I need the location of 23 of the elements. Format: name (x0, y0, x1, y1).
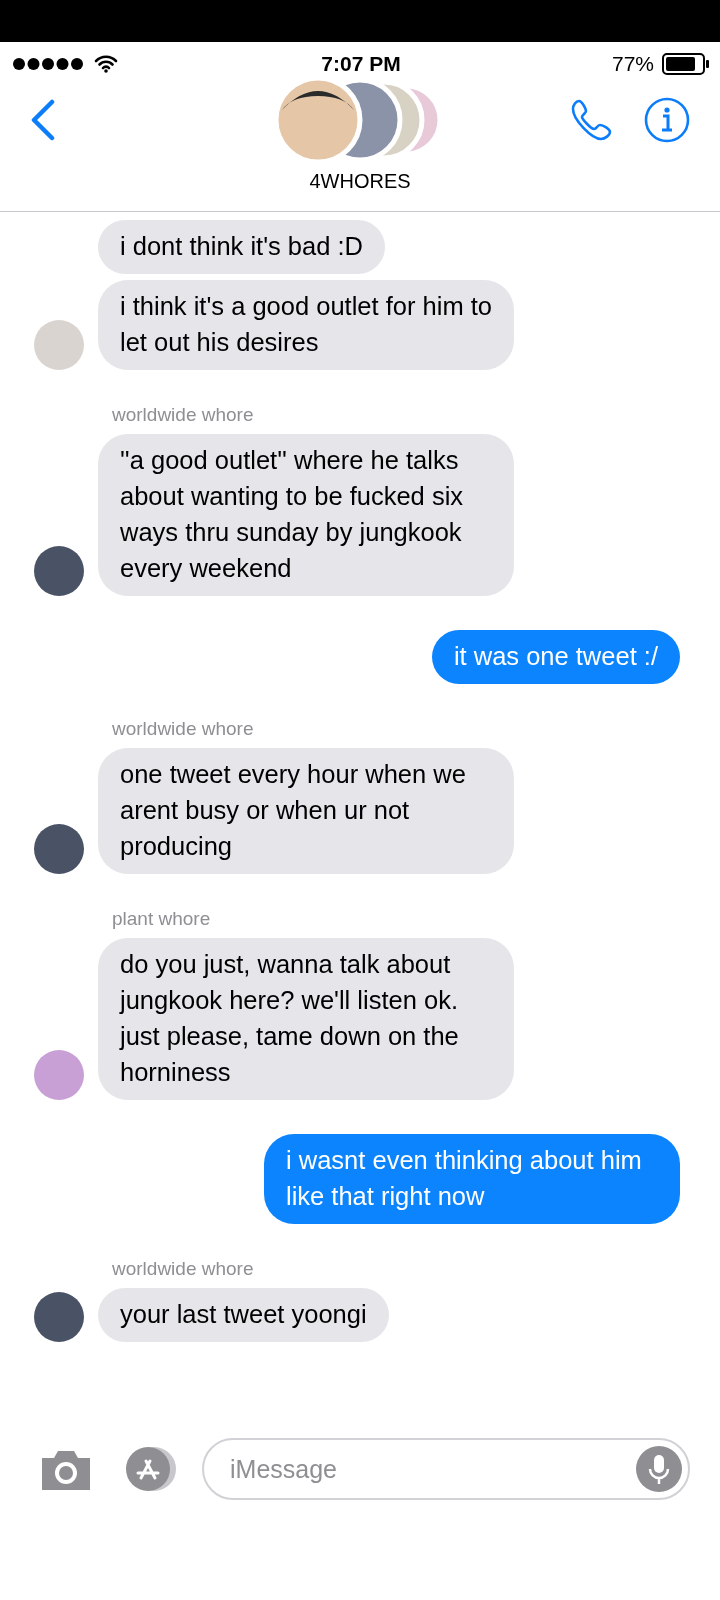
message-field[interactable]: iMessage (202, 1438, 690, 1500)
battery-percent: 77% (611, 52, 654, 76)
wifi-icon (94, 55, 118, 73)
message-bubble: i think it's a good outlet for him to let out his desires (98, 280, 514, 370)
message-bubble: i dont think it's bad :D (98, 220, 385, 274)
status-time: 7:07 PM (321, 52, 401, 76)
message-bubble: your last tweet yoongi (98, 1288, 389, 1342)
sender-name: worldwide whore (112, 1258, 255, 1280)
sender-name: worldwide whore (112, 718, 255, 740)
microphone-icon[interactable] (636, 1446, 682, 1492)
message-bubble: it was one tweet :/ (431, 630, 680, 684)
message-bubble: ''a good outlet'' where he talks about wanting to be fucked six ways thru sunday by jungkook every weekend (98, 434, 514, 596)
battery-icon (662, 53, 710, 75)
message-bubble: i wasnt even thinking about him like that right now (264, 1134, 680, 1224)
back-icon[interactable] (30, 99, 56, 141)
info-icon[interactable] (644, 97, 690, 143)
phone-icon[interactable] (570, 98, 614, 142)
message-bubble: one tweet every hour when we arent busy or when ur not producing (98, 748, 514, 874)
message-bubble: do you just, wanna talk about jungkook here? we'll listen ok. just please, tame down on the horniness (98, 938, 514, 1100)
conversation-title[interactable]: 4WHORES (309, 170, 411, 193)
sender-name: worldwide whore (112, 404, 255, 426)
sender-name: plant whore (112, 908, 212, 930)
signal-icon (12, 57, 86, 71)
